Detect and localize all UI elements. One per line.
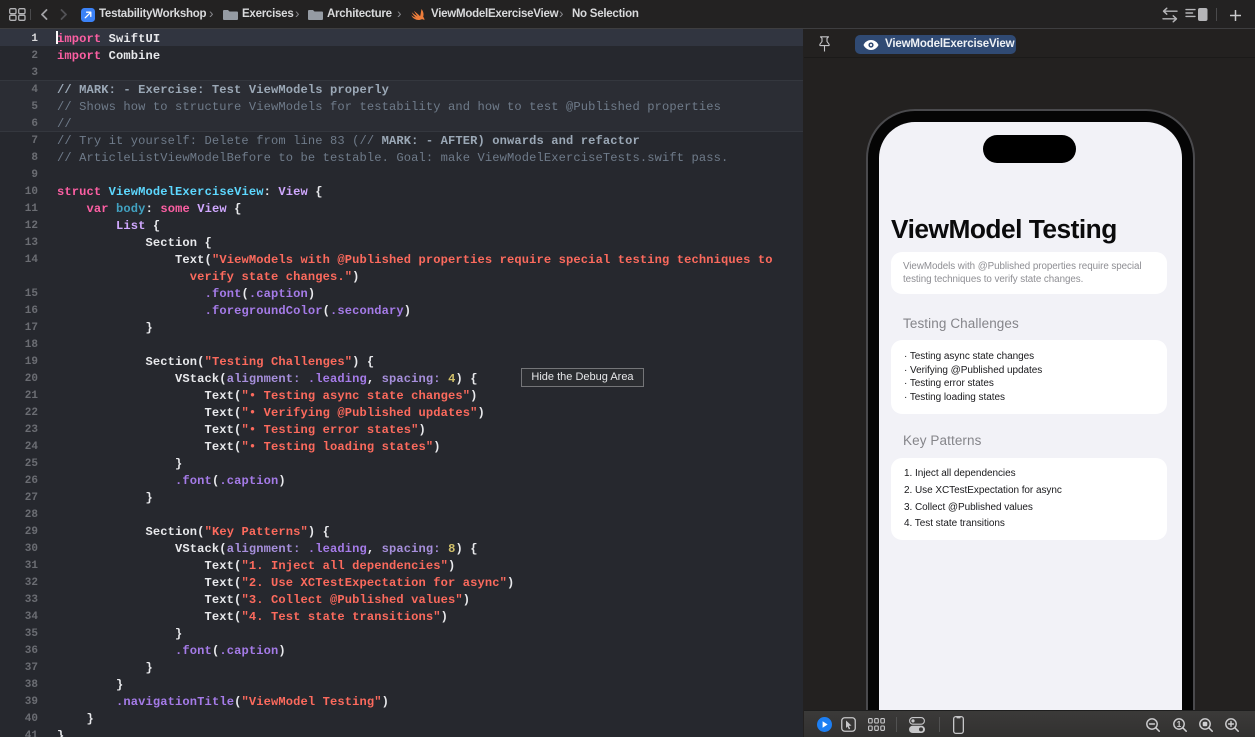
svg-text:1: 1 [1177, 720, 1182, 729]
